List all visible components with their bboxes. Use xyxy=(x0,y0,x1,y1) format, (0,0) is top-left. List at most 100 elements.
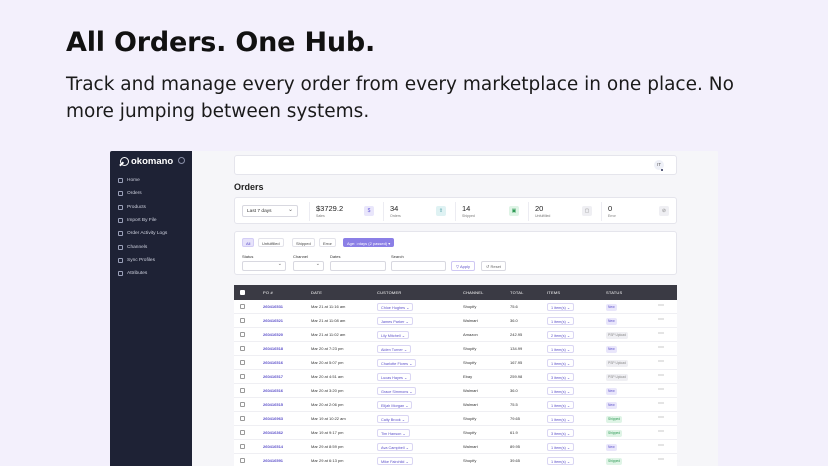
po-link[interactable]: 260416521 xyxy=(263,318,283,323)
row-checkbox[interactable] xyxy=(240,388,245,393)
customer-chip[interactable]: Caity Brook ⌄ xyxy=(377,414,409,423)
po-link[interactable]: 260416362 xyxy=(263,430,283,435)
more-actions-icon[interactable]: ⋯ xyxy=(658,344,664,351)
customer-chip[interactable]: Lily Mitchell ⌄ xyxy=(377,330,409,339)
table-row[interactable]: 260416518 Mar 20 at 7:23 pm Aiden Turner ⌄… xyxy=(234,342,677,356)
po-link[interactable]: 260416963 xyxy=(263,416,283,421)
items-chip[interactable]: 1 item(s) ⌄ xyxy=(547,400,575,409)
col-date[interactable]: DATE xyxy=(311,290,322,295)
more-actions-icon[interactable]: ⋯ xyxy=(658,330,664,337)
items-chip[interactable]: 1 item(s) ⌄ xyxy=(547,442,575,451)
table-row[interactable]: 260416362 Mar 19 at 9:17 pm Tim Hanson ⌄ Sh… xyxy=(234,426,677,440)
customer-chip[interactable]: Lucas Hayes ⌄ xyxy=(377,372,412,381)
items-chip[interactable]: 1 item(s) ⌄ xyxy=(547,414,575,423)
items-chip[interactable]: 1 item(s) ⌄ xyxy=(547,344,575,353)
po-link[interactable]: 260416518 xyxy=(263,346,283,351)
row-checkbox[interactable] xyxy=(240,332,245,337)
row-checkbox[interactable] xyxy=(240,304,245,309)
channel-filter-select[interactable] xyxy=(293,261,324,271)
more-actions-icon[interactable]: ⋯ xyxy=(658,442,664,449)
customer-chip[interactable]: Charlotte Flores ⌄ xyxy=(377,358,417,367)
sidebar-item-order-activity-logs[interactable]: Order Activity Logs xyxy=(118,227,167,240)
po-link[interactable]: 260416516 xyxy=(263,360,283,365)
filter-tab-unfulfilled[interactable]: Unfulfilled xyxy=(258,238,284,247)
sidebar-item-import-by-file[interactable]: Import By File xyxy=(118,214,167,227)
age-filter-pill[interactable]: Age: >days (2 passed) ▾ xyxy=(343,238,395,247)
row-checkbox[interactable] xyxy=(240,346,245,351)
more-actions-icon[interactable]: ⋯ xyxy=(658,456,664,463)
col-customer[interactable]: CUSTOMER xyxy=(377,290,401,295)
items-chip[interactable]: 1 item(s) ⌄ xyxy=(547,302,575,311)
table-row[interactable]: 260416514 Mar 29 at 8:59 pm Ava Campbell ⌄… xyxy=(234,440,677,454)
customer-chip[interactable]: James Parker ⌄ xyxy=(377,316,413,325)
row-checkbox[interactable] xyxy=(240,402,245,407)
row-checkbox[interactable] xyxy=(240,458,245,463)
po-link[interactable]: 260416517 xyxy=(263,374,283,379)
more-actions-icon[interactable]: ⋯ xyxy=(658,386,664,393)
table-row[interactable]: 260416591 Mar 29 at 6:13 pm Mike Fairchild… xyxy=(234,454,677,466)
po-link[interactable]: 260416520 xyxy=(263,332,283,337)
table-row[interactable]: 260416521 Mar 21 at 11:08 am James Parker … xyxy=(234,314,677,328)
po-link[interactable]: 260416516 xyxy=(263,388,283,393)
col-channel[interactable]: CHANNEL xyxy=(463,290,484,295)
apply-button[interactable]: ▽ Apply xyxy=(451,261,475,271)
row-checkbox[interactable] xyxy=(240,360,245,365)
logo[interactable]: okomano xyxy=(120,156,173,167)
sidebar-item-sync-profiles[interactable]: Sync Profiles xyxy=(118,254,167,267)
row-checkbox[interactable] xyxy=(240,318,245,323)
items-chip[interactable]: 1 item(s) ⌄ xyxy=(547,456,575,465)
row-checkbox[interactable] xyxy=(240,374,245,379)
more-actions-icon[interactable]: ⋯ xyxy=(658,414,664,421)
table-row[interactable]: 260416515 Mar 20 at 2:06 pm Elijah Morgan … xyxy=(234,398,677,412)
filter-tab-shipped[interactable]: Shipped xyxy=(292,238,315,247)
more-actions-icon[interactable]: ⋯ xyxy=(658,316,664,323)
po-link[interactable]: 260416515 xyxy=(263,402,283,407)
date-range-select[interactable]: Last 7 days xyxy=(242,205,298,217)
sidebar-item-orders[interactable]: Orders xyxy=(118,187,167,200)
po-link[interactable]: 260416591 xyxy=(263,458,283,463)
more-actions-icon[interactable]: ⋯ xyxy=(658,428,664,435)
customer-chip[interactable]: Grace Simmons ⌄ xyxy=(377,386,417,395)
more-actions-icon[interactable]: ⋯ xyxy=(658,372,664,379)
dates-filter-input[interactable] xyxy=(330,261,386,271)
col-status[interactable]: STATUS xyxy=(606,290,622,295)
more-actions-icon[interactable]: ⋯ xyxy=(658,302,664,309)
po-link[interactable]: 260416514 xyxy=(263,444,283,449)
items-chip[interactable]: 1 item(s) ⌄ xyxy=(547,386,575,395)
items-chip[interactable]: 1 item(s) ⌄ xyxy=(547,316,575,325)
col-po[interactable]: PO # xyxy=(263,290,273,295)
col-total[interactable]: TOTAL xyxy=(510,290,524,295)
table-row[interactable]: 260416516 Mar 20 at 5:07 pm Charlotte Flor… xyxy=(234,356,677,370)
filter-tab-error[interactable]: Error xyxy=(319,238,336,247)
more-actions-icon[interactable]: ⋯ xyxy=(658,400,664,407)
table-row[interactable]: 260416520 Mar 21 at 11:02 am Lily Mitchell… xyxy=(234,328,677,342)
row-checkbox[interactable] xyxy=(240,444,245,449)
customer-chip[interactable]: Ava Campbell ⌄ xyxy=(377,442,413,451)
row-checkbox[interactable] xyxy=(240,430,245,435)
table-row[interactable]: 260416517 Mar 20 at 4:51 am Lucas Hayes ⌄ E… xyxy=(234,370,677,384)
table-row[interactable]: 260416516 Mar 20 at 3:20 pm Grace Simmons … xyxy=(234,384,677,398)
reset-button[interactable]: ↺ Reset xyxy=(481,261,506,271)
sidebar-item-products[interactable]: Products xyxy=(118,201,167,214)
table-row[interactable]: 260416963 Mar 19 at 10:22 am Caity Brook ⌄… xyxy=(234,412,677,426)
customer-chip[interactable]: Mike Fairchild ⌄ xyxy=(377,456,413,465)
items-chip[interactable]: 1 item(s) ⌄ xyxy=(547,358,575,367)
items-chip[interactable]: 3 item(s) ⌄ xyxy=(547,372,575,381)
select-all-checkbox[interactable] xyxy=(240,290,245,295)
customer-chip[interactable]: Elijah Morgan ⌄ xyxy=(377,400,413,409)
customer-chip[interactable]: Tim Hanson ⌄ xyxy=(377,428,410,437)
more-actions-icon[interactable]: ⋯ xyxy=(658,358,664,365)
items-chip[interactable]: 3 item(s) ⌄ xyxy=(547,428,575,437)
po-link[interactable]: 260416531 xyxy=(263,304,283,309)
status-filter-select[interactable] xyxy=(242,261,286,271)
sidebar-item-home[interactable]: Home xyxy=(118,174,167,187)
collapse-sidebar-icon[interactable] xyxy=(178,157,185,164)
customer-chip[interactable]: Chloe Hughes ⌄ xyxy=(377,302,414,311)
search-input[interactable] xyxy=(391,261,446,271)
filter-tab-all[interactable]: All xyxy=(242,238,255,247)
customer-chip[interactable]: Aiden Turner ⌄ xyxy=(377,344,411,353)
col-items[interactable]: ITEMS xyxy=(547,290,560,295)
sidebar-item-attributes[interactable]: Attributes xyxy=(118,267,167,280)
sidebar-item-channels[interactable]: Channels xyxy=(118,240,167,253)
items-chip[interactable]: 2 item(s) ⌄ xyxy=(547,330,575,339)
